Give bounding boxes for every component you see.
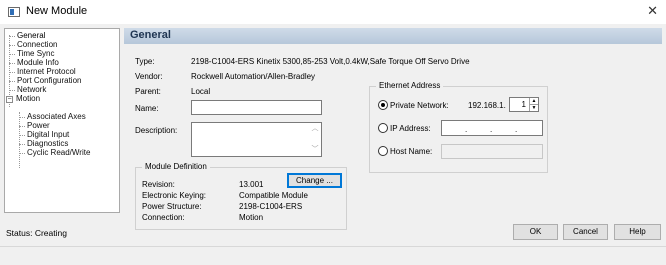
window-icon <box>8 7 20 17</box>
power-structure-value: 2198-C1004-ERS <box>239 202 303 211</box>
close-icon[interactable]: ✕ <box>647 3 658 19</box>
module-definition-group: Module Definition Revision: 13.001 Elect… <box>135 162 347 230</box>
private-network-prefix: 192.168.1. <box>468 101 506 110</box>
parent-label: Parent: <box>135 87 161 96</box>
tree-item-cyclic-read-write[interactable]: Cyclic Read/Write <box>27 148 90 157</box>
ip-address-radio[interactable] <box>378 123 388 133</box>
help-button[interactable]: Help <box>614 224 661 240</box>
ip-separator: . <box>490 125 493 134</box>
cancel-button[interactable]: Cancel <box>563 224 608 240</box>
electronic-keying-value: Compatible Module <box>239 191 308 200</box>
type-value: 2198-C1004-ERS Kinetix 5300,85-253 Volt,… <box>191 57 470 66</box>
parent-value: Local <box>191 87 211 96</box>
dialog-client: General Connection Time Sync Module Info… <box>0 24 666 265</box>
footer-divider <box>0 246 666 247</box>
spinner-buttons[interactable]: ▲ ▼ <box>529 98 538 111</box>
status-text: Status: Creating <box>6 228 67 238</box>
tree-item-diagnostics[interactable]: Diagnostics <box>27 139 68 148</box>
private-network-value: 1 <box>521 100 526 109</box>
description-input[interactable]: ︿ ﹀ <box>191 122 322 157</box>
private-network-label: Private Network: <box>390 101 449 110</box>
tree-item-port-configuration[interactable]: Port Configuration <box>17 76 81 85</box>
tree-item-motion[interactable]: Motion <box>16 94 40 103</box>
ip-address-label: IP Address: <box>390 124 431 133</box>
private-network-spinner[interactable]: 1 ▲ ▼ <box>509 97 539 112</box>
host-name-label: Host Name: <box>390 147 433 156</box>
tree-branch <box>9 81 15 82</box>
tree-item-internet-protocol[interactable]: Internet Protocol <box>17 67 76 76</box>
description-label: Description: <box>135 126 178 135</box>
ip-address-input[interactable]: . . . <box>441 120 543 136</box>
ok-button[interactable]: OK <box>513 224 558 240</box>
tree-branch <box>19 135 25 136</box>
tree-item-associated-axes[interactable]: Associated Axes <box>27 112 86 121</box>
tree-item-network[interactable]: Network <box>17 85 46 94</box>
scroll-up-icon[interactable]: ︿ <box>311 125 319 132</box>
change-button[interactable]: Change ... <box>287 173 342 188</box>
panel-title: General <box>130 29 171 41</box>
tree-branch <box>9 72 15 73</box>
module-definition-title: Module Definition <box>142 162 210 171</box>
tree-branch <box>19 153 25 154</box>
connection-label: Connection: <box>142 213 185 222</box>
tree-branch <box>19 126 25 127</box>
tree-item-time-sync[interactable]: Time Sync <box>17 49 55 58</box>
panel-header: General <box>124 28 662 44</box>
private-network-radio[interactable] <box>378 100 388 110</box>
power-structure-label: Power Structure: <box>142 202 202 211</box>
tree-branch <box>9 36 15 37</box>
name-label: Name: <box>135 104 159 113</box>
tree-branch <box>9 45 15 46</box>
tree-branch <box>9 90 15 91</box>
title-bar: New Module ✕ <box>0 0 666 24</box>
window-title: New Module <box>26 5 88 17</box>
collapse-icon[interactable]: − <box>6 96 13 103</box>
vendor-value: Rockwell Automation/Allen-Bradley <box>191 72 316 81</box>
tree-item-module-info[interactable]: Module Info <box>17 58 59 67</box>
vendor-label: Vendor: <box>135 72 163 81</box>
connection-value: Motion <box>239 213 264 222</box>
tree-branch <box>19 144 25 145</box>
host-name-input[interactable] <box>441 144 543 159</box>
category-tree[interactable]: General Connection Time Sync Module Info… <box>4 28 120 213</box>
tree-item-general[interactable]: General <box>17 31 45 40</box>
spin-down-icon[interactable]: ▼ <box>530 105 538 112</box>
tree-branch <box>9 54 15 55</box>
tree-line <box>19 112 20 168</box>
ip-separator: . <box>465 125 468 134</box>
name-input[interactable] <box>191 100 322 115</box>
ip-separator: . <box>515 125 518 134</box>
tree-item-power[interactable]: Power <box>27 121 50 130</box>
tree-branch <box>9 63 15 64</box>
tree-branch <box>19 117 25 118</box>
electronic-keying-label: Electronic Keying: <box>142 191 207 200</box>
type-label: Type: <box>135 57 155 66</box>
revision-value: 13.001 <box>239 180 264 189</box>
ethernet-address-group: Ethernet Address Private Network: 192.16… <box>369 81 548 173</box>
revision-label: Revision: <box>142 180 175 189</box>
ethernet-address-title: Ethernet Address <box>376 81 444 90</box>
tree-item-connection[interactable]: Connection <box>17 40 57 49</box>
host-name-radio[interactable] <box>378 146 388 156</box>
scroll-down-icon[interactable]: ﹀ <box>311 146 319 153</box>
tree-item-digital-input[interactable]: Digital Input <box>27 130 69 139</box>
